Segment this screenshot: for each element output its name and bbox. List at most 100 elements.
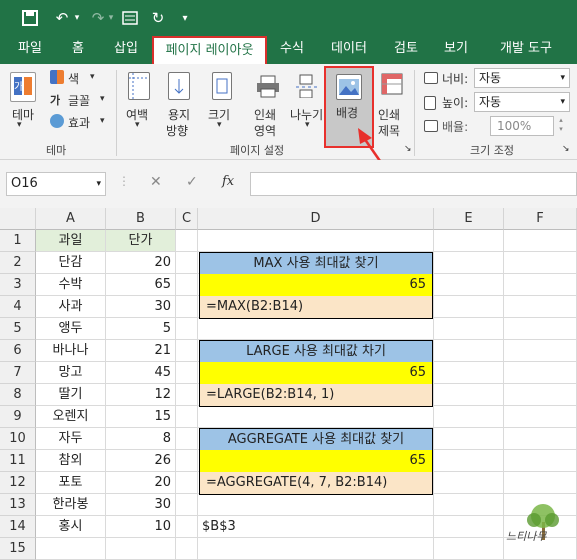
customize-toolbar-icon[interactable]: ▾ — [178, 0, 192, 36]
orientation-button-line1[interactable]: 용지 — [168, 106, 190, 123]
fruit-cell[interactable]: 수박 — [36, 274, 106, 296]
cell[interactable] — [198, 538, 434, 560]
panel-title[interactable]: LARGE 사용 최대값 차기 — [199, 340, 433, 363]
cell[interactable] — [434, 494, 504, 516]
price-cell[interactable]: 30 — [106, 494, 176, 516]
cell[interactable] — [434, 318, 504, 340]
print-area-icon[interactable] — [256, 74, 280, 98]
row-header[interactable]: 13 — [0, 494, 36, 516]
cell[interactable] — [176, 340, 198, 362]
cell[interactable] — [504, 252, 577, 274]
header-price[interactable]: 단가 — [106, 230, 176, 252]
size-dropdown-icon[interactable]: ▾ — [217, 120, 222, 130]
select-all-corner[interactable] — [0, 208, 36, 230]
cell[interactable] — [176, 428, 198, 450]
save-icon[interactable] — [18, 0, 42, 36]
tab-home[interactable]: 홈 — [58, 36, 98, 64]
column-header-c[interactable]: C — [176, 208, 198, 230]
price-cell[interactable]: 20 — [106, 252, 176, 274]
fruit-cell[interactable]: 바나나 — [36, 340, 106, 362]
scale-input[interactable]: 100% — [490, 116, 554, 136]
cell[interactable] — [504, 340, 577, 362]
breaks-dropdown-icon[interactable]: ▾ — [305, 120, 310, 130]
panel-title[interactable]: AGGREGATE 사용 최대값 찾기 — [199, 428, 433, 451]
undo-dropdown-icon[interactable]: ▾ — [72, 0, 82, 36]
price-cell[interactable]: 10 — [106, 516, 176, 538]
form-icon[interactable] — [118, 0, 142, 36]
cell[interactable] — [36, 538, 106, 560]
row-header[interactable]: 8 — [0, 384, 36, 406]
column-header-d[interactable]: D — [198, 208, 434, 230]
theme-button-label[interactable]: 테마 — [12, 106, 34, 123]
cell[interactable] — [176, 494, 198, 516]
column-header-b[interactable]: B — [106, 208, 176, 230]
price-cell[interactable]: 15 — [106, 406, 176, 428]
fruit-cell[interactable]: 한라봉 — [36, 494, 106, 516]
width-select[interactable]: 자동 ▾ — [474, 68, 570, 88]
fruit-cell[interactable]: 딸기 — [36, 384, 106, 406]
cell[interactable] — [176, 252, 198, 274]
price-cell[interactable]: 26 — [106, 450, 176, 472]
cell[interactable] — [434, 428, 504, 450]
height-select[interactable]: 자동 ▾ — [474, 92, 570, 112]
print-area-button-line1[interactable]: 인쇄 — [254, 106, 276, 123]
fruit-cell[interactable]: 사과 — [36, 296, 106, 318]
price-cell[interactable]: 20 — [106, 472, 176, 494]
cell[interactable] — [434, 516, 504, 538]
cell[interactable] — [504, 472, 577, 494]
enter-icon[interactable]: ✓ — [186, 174, 198, 190]
redo-dropdown-icon[interactable]: ▾ — [106, 0, 116, 36]
fruit-cell[interactable]: 포토 — [36, 472, 106, 494]
cell[interactable] — [434, 274, 504, 296]
cell[interactable] — [504, 450, 577, 472]
panel-formula[interactable]: =AGGREGATE(4, 7, B2:B14) — [199, 472, 433, 495]
cell[interactable] — [434, 450, 504, 472]
cell[interactable] — [176, 362, 198, 384]
refresh-icon[interactable]: ↻ — [146, 0, 170, 36]
colors-button[interactable]: 색 — [68, 70, 79, 87]
column-header-f[interactable]: F — [504, 208, 577, 230]
cell[interactable] — [434, 230, 504, 252]
tab-data[interactable]: 데이터 — [322, 36, 376, 64]
breaks-icon[interactable] — [296, 74, 320, 99]
cell[interactable] — [176, 384, 198, 406]
cell[interactable] — [176, 538, 198, 560]
fruit-cell[interactable]: 앵두 — [36, 318, 106, 340]
fruit-cell[interactable]: 홍시 — [36, 516, 106, 538]
orientation-icon[interactable] — [168, 72, 190, 100]
cell[interactable] — [504, 428, 577, 450]
panel-result[interactable]: 65 — [199, 362, 433, 385]
fruit-cell[interactable]: 오렌지 — [36, 406, 106, 428]
cell[interactable] — [198, 494, 434, 516]
fruit-cell[interactable]: 망고 — [36, 362, 106, 384]
print-area-button-line2[interactable]: 영역 — [254, 122, 276, 139]
row-header[interactable]: 7 — [0, 362, 36, 384]
cell[interactable] — [198, 230, 434, 252]
fruit-cell[interactable]: 단감 — [36, 252, 106, 274]
cell[interactable] — [434, 252, 504, 274]
cell[interactable] — [434, 384, 504, 406]
row-header[interactable]: 15 — [0, 538, 36, 560]
cell[interactable] — [434, 340, 504, 362]
column-header-a[interactable]: A — [36, 208, 106, 230]
fruit-cell[interactable]: 자두 — [36, 428, 106, 450]
cell[interactable] — [176, 516, 198, 538]
cell[interactable] — [434, 538, 504, 560]
theme-dropdown-icon[interactable]: ▾ — [17, 120, 22, 130]
fruit-cell[interactable]: 참외 — [36, 450, 106, 472]
colors-icon[interactable] — [50, 70, 64, 84]
price-cell[interactable]: 21 — [106, 340, 176, 362]
tab-formulas[interactable]: 수식 — [272, 36, 312, 64]
row-header[interactable]: 6 — [0, 340, 36, 362]
scale-spinner[interactable]: ▴ ▾ — [554, 116, 568, 136]
colors-dropdown-icon[interactable]: ▾ — [90, 72, 95, 82]
cell[interactable] — [176, 296, 198, 318]
cancel-icon[interactable]: ✕ — [150, 174, 162, 190]
cell[interactable] — [504, 318, 577, 340]
formula-input[interactable] — [250, 172, 577, 196]
row-header[interactable]: 1 — [0, 230, 36, 252]
cell[interactable] — [434, 296, 504, 318]
column-header-e[interactable]: E — [434, 208, 504, 230]
cell[interactable] — [504, 384, 577, 406]
effects-dropdown-icon[interactable]: ▾ — [100, 116, 105, 126]
